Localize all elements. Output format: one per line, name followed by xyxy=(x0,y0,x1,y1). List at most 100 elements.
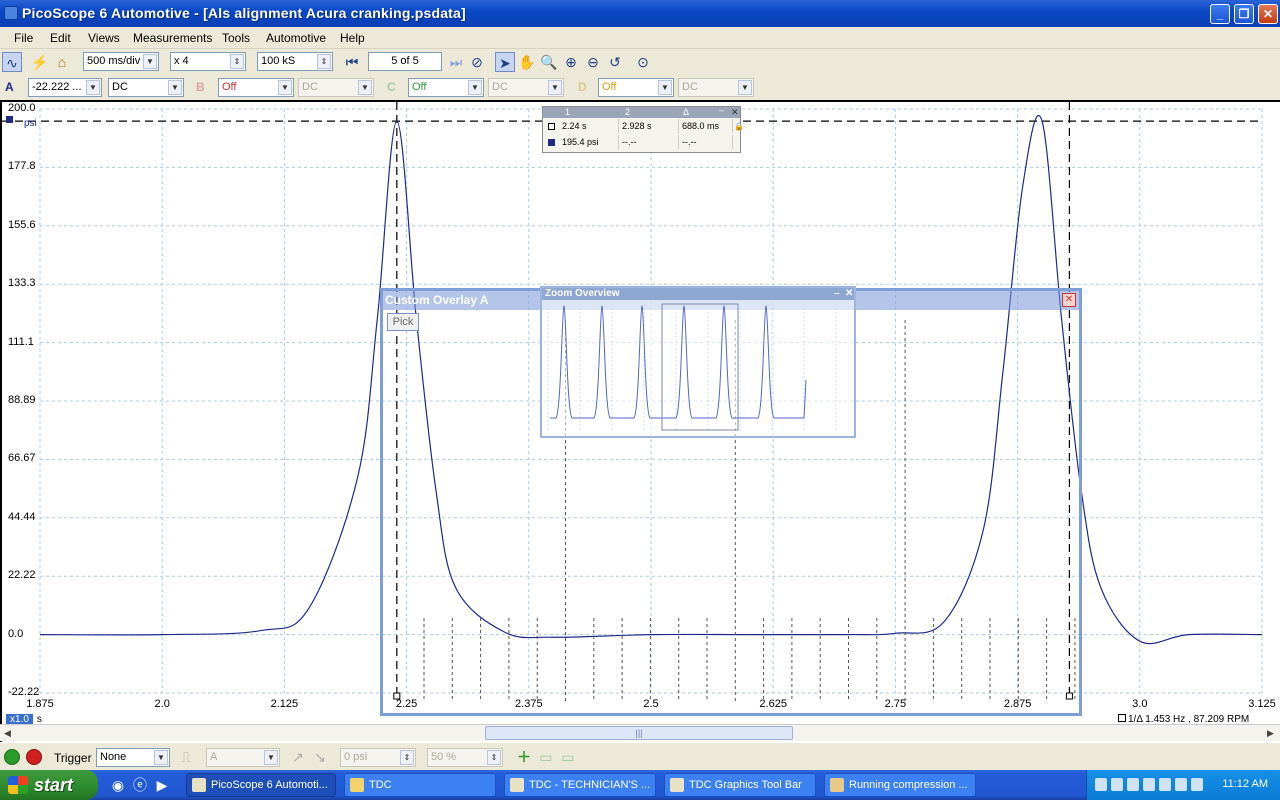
minimize-icon[interactable]: – xyxy=(719,105,724,115)
channel-d-range[interactable]: Off ▼ xyxy=(598,78,674,97)
zoom-overview-waveform[interactable] xyxy=(542,300,854,436)
network-icon[interactable] xyxy=(1095,778,1107,791)
ie-icon[interactable]: ⓔ xyxy=(130,775,150,795)
next-buffer-icon[interactable]: ⏭ xyxy=(446,52,466,72)
menu-help[interactable]: Help xyxy=(340,31,365,45)
stop-capture-icon[interactable] xyxy=(26,749,42,765)
channel-d-label[interactable]: D xyxy=(578,80,587,94)
zoom-spinner[interactable]: x 4 ⇕ xyxy=(170,52,246,71)
task-running-compression[interactable]: Running compression ... xyxy=(824,773,976,797)
tdc-app-icon xyxy=(670,778,684,792)
lock-icon[interactable]: 🔒 xyxy=(734,122,744,131)
timebase-select[interactable]: 500 ms/div ▼ xyxy=(83,52,159,71)
channel-a-coupling[interactable]: DC ▼ xyxy=(108,78,184,97)
volume-icon[interactable] xyxy=(1111,778,1123,791)
undo-zoom-icon[interactable]: ↺ xyxy=(605,52,625,72)
channel-b-label[interactable]: B xyxy=(196,80,205,94)
zoom-window-rect xyxy=(661,303,739,431)
title-bar[interactable]: PicoScope 6 Automotive - [Als alignment … xyxy=(0,0,1280,27)
channel-a-range[interactable]: -22.222 ... ▼ xyxy=(28,78,102,97)
scrollbar-thumb[interactable]: ||| xyxy=(485,726,793,740)
select-pointer-icon[interactable]: ➤ xyxy=(495,52,515,72)
trigger-threshold-spinner: 0 psi ⇕ xyxy=(340,748,416,767)
chevron-down-icon: ▼ xyxy=(358,80,372,95)
task-tdc-technician[interactable]: TDC - TECHNICIAN'S ... xyxy=(504,773,656,797)
capture-toolbar: ∿ ⚡ ⌂ 500 ms/div ▼ x 4 ⇕ 100 kS ⇕ ⏮ 5 of 5 … xyxy=(0,49,1280,75)
system-tray: 11:12 AM xyxy=(1086,770,1280,800)
ruler-marker-icon xyxy=(1118,714,1126,722)
chrome-icon[interactable]: ◉ xyxy=(108,775,128,795)
channel-b-range[interactable]: Off ▼ xyxy=(218,78,294,97)
scope-mode-icon[interactable]: ∿ xyxy=(2,52,22,72)
y-tick-label: 22.22 xyxy=(8,569,36,582)
overlay-close-button[interactable]: ✕ xyxy=(1062,293,1076,307)
add-ruler-icon[interactable]: ＋ xyxy=(514,747,534,767)
media-player-icon[interactable]: ▶ xyxy=(152,775,172,795)
minimize-icon[interactable]: – xyxy=(834,288,840,300)
close-button[interactable]: ✕ xyxy=(1258,4,1278,24)
security-icon[interactable] xyxy=(1127,778,1139,791)
chevron-down-icon: ▼ xyxy=(278,80,292,95)
scope-view[interactable]: 200.0 177.8 155.6 133.3 111.1 88.89 66.67 44.44… xyxy=(0,100,1280,742)
menu-automotive[interactable]: Automotive xyxy=(266,31,326,45)
tools-icon[interactable] xyxy=(1191,778,1203,791)
task-picoscope[interactable]: PicoScope 6 Automoti... xyxy=(186,773,336,797)
channel-c-label[interactable]: C xyxy=(387,80,396,94)
usb-icon[interactable] xyxy=(1159,778,1171,791)
update-icon[interactable] xyxy=(1143,778,1155,791)
start-button[interactable]: start xyxy=(0,770,98,800)
close-icon[interactable]: ✕ xyxy=(845,288,853,300)
ruler-time-delta: 688.0 ms xyxy=(679,119,733,133)
spinner-icon: ⇕ xyxy=(317,54,331,69)
zoom-overview-panel[interactable]: Zoom Overview – ✕ xyxy=(540,286,856,438)
trigger-mode-select[interactable]: None ▼ xyxy=(96,748,170,767)
trigger-position-spinner: 50 % ⇕ xyxy=(427,748,503,767)
windows-taskbar: start ◉ ⓔ ▶ PicoScope 6 Automoti... TDC … xyxy=(0,770,1280,800)
compass-icon[interactable]: ⊘ xyxy=(467,52,487,72)
y-tick-label: 133.3 xyxy=(8,277,36,290)
ruler-table-header[interactable]: 1 2 Δ – ✕ xyxy=(543,105,740,118)
window-title: PicoScope 6 Automotive - [Als alignment … xyxy=(22,5,466,21)
display-icon[interactable] xyxy=(1175,778,1187,791)
zoom-overview-icon[interactable]: ⊙ xyxy=(633,52,653,72)
task-tdc-graphics[interactable]: TDC Graphics Tool Bar xyxy=(664,773,816,797)
menu-file[interactable]: File xyxy=(14,31,33,45)
restore-button[interactable]: ❐ xyxy=(1234,4,1254,24)
horizontal-scrollbar[interactable]: ◀ ||| ▶ xyxy=(0,724,1280,741)
minimize-button[interactable]: _ xyxy=(1210,4,1230,24)
zoom-out-icon[interactable]: ⊖ xyxy=(583,52,603,72)
scroll-right-icon[interactable]: ▶ xyxy=(1263,726,1278,740)
hand-pan-icon[interactable]: ✋ xyxy=(517,52,537,72)
task-tdc-folder[interactable]: TDC xyxy=(344,773,496,797)
ruler-value-1: 195.4 psi xyxy=(559,135,619,149)
picoscope-icon xyxy=(192,778,206,792)
zoom-select-icon[interactable]: 🔍 xyxy=(539,52,559,72)
buffer-page-field[interactable]: 5 of 5 xyxy=(368,52,442,71)
zoom-overview-title[interactable]: Zoom Overview – ✕ xyxy=(542,288,854,300)
menu-tools[interactable]: Tools xyxy=(222,31,250,45)
ruler-col-delta: Δ xyxy=(683,107,690,117)
zoom-in-icon[interactable]: ⊕ xyxy=(561,52,581,72)
clock[interactable]: 11:12 AM xyxy=(1222,778,1268,790)
channel-a-axis-marker[interactable] xyxy=(6,116,13,123)
y-unit-label: psi xyxy=(24,118,37,129)
first-buffer-icon[interactable]: ⏮ xyxy=(342,52,362,72)
start-capture-icon[interactable] xyxy=(4,749,20,765)
channel-a-label[interactable]: A xyxy=(5,80,14,94)
trigger-source-select: A ▼ xyxy=(206,748,280,767)
channel-c-range[interactable]: Off ▼ xyxy=(408,78,484,97)
pick-button[interactable]: Pick xyxy=(387,313,419,331)
picoscope-window: PicoScope 6 Automotive - [Als alignment … xyxy=(0,0,1280,800)
scroll-left-icon[interactable]: ◀ xyxy=(0,726,15,740)
x-tick-label: 3.125 xyxy=(1248,698,1276,710)
close-icon[interactable]: ✕ xyxy=(731,107,739,118)
menu-edit[interactable]: Edit xyxy=(50,31,71,45)
home-icon[interactable]: ⌂ xyxy=(52,52,72,72)
chevron-down-icon: ▼ xyxy=(658,80,672,95)
menu-views[interactable]: Views xyxy=(88,31,120,45)
probe-icon[interactable]: ⚡ xyxy=(30,52,50,72)
samples-spinner[interactable]: 100 kS ⇕ xyxy=(257,52,333,71)
ruler-measurement-table[interactable]: 1 2 Δ – ✕ 2.24 s 2.928 s 688.0 ms 🔒 195.… xyxy=(542,105,744,153)
y-tick-label: 111.1 xyxy=(8,335,34,348)
menu-measurements[interactable]: Measurements xyxy=(133,31,212,45)
